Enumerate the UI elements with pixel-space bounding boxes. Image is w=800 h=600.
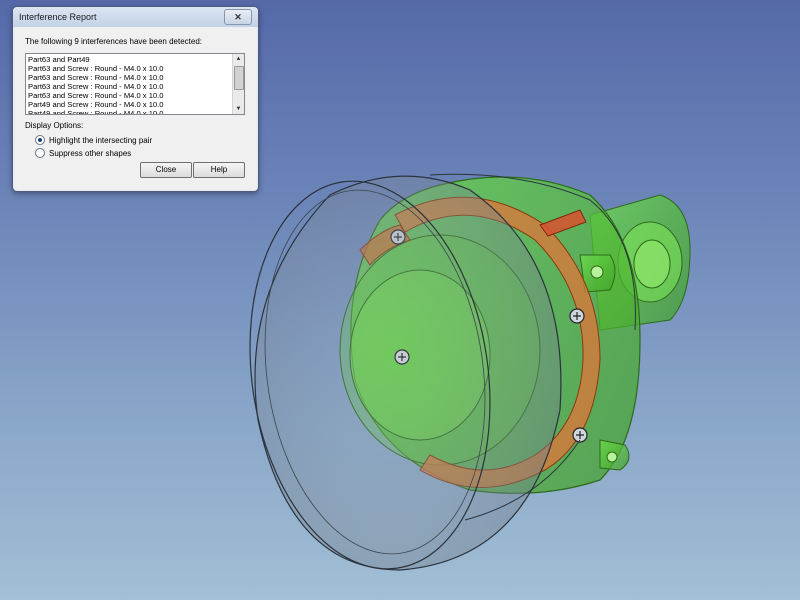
scroll-up-icon[interactable]: ▲ — [233, 54, 244, 64]
dialog-title: Interference Report — [19, 12, 97, 22]
close-icon[interactable]: ✕ — [224, 9, 252, 25]
dialog-body: The following 9 interferences have been … — [15, 27, 256, 189]
interference-message: The following 9 interferences have been … — [25, 37, 203, 46]
close-button[interactable]: Close — [140, 162, 192, 178]
option-suppress-shapes[interactable]: Suppress other shapes — [35, 148, 131, 158]
scroll-down-icon[interactable]: ▼ — [233, 104, 244, 114]
screw-4 — [572, 427, 588, 443]
screw-2 — [569, 308, 585, 324]
interference-item[interactable]: Part63 and Screw : Round - M4.0 x 10.0 — [28, 91, 232, 100]
interference-item[interactable]: Part49 and Screw : Round - M4.0 x 10.0 — [28, 100, 232, 109]
interference-list[interactable]: Part63 and Part49 Part63 and Screw : Roun… — [25, 53, 245, 115]
interference-item[interactable]: Part49 and Screw : Round - M4.0 x 10.0 — [28, 109, 232, 114]
option-highlight-label: Highlight the intersecting pair — [49, 135, 153, 145]
interference-item[interactable]: Part63 and Screw : Round - M4.0 x 10.0 — [28, 64, 232, 73]
radio-suppress[interactable] — [35, 148, 45, 158]
help-button[interactable]: Help — [193, 162, 245, 178]
list-scrollbar[interactable]: ▲ ▼ — [232, 54, 244, 114]
display-options-label: Display Options: — [25, 121, 84, 130]
interference-report-dialog: Interference Report ✕ The following 9 in… — [12, 6, 259, 192]
interference-item[interactable]: Part63 and Screw : Round - M4.0 x 10.0 — [28, 82, 232, 91]
dialog-titlebar[interactable]: Interference Report ✕ — [13, 7, 258, 27]
option-suppress-label: Suppress other shapes — [49, 148, 132, 158]
interference-items: Part63 and Part49 Part63 and Screw : Roun… — [28, 55, 232, 114]
interference-item[interactable]: Part63 and Part49 — [28, 55, 232, 64]
scroll-thumb[interactable] — [234, 66, 244, 90]
interference-item[interactable]: Part63 and Screw : Round - M4.0 x 10.0 — [28, 73, 232, 82]
option-highlight-pair[interactable]: Highlight the intersecting pair — [35, 135, 152, 145]
radio-highlight[interactable] — [35, 135, 45, 145]
